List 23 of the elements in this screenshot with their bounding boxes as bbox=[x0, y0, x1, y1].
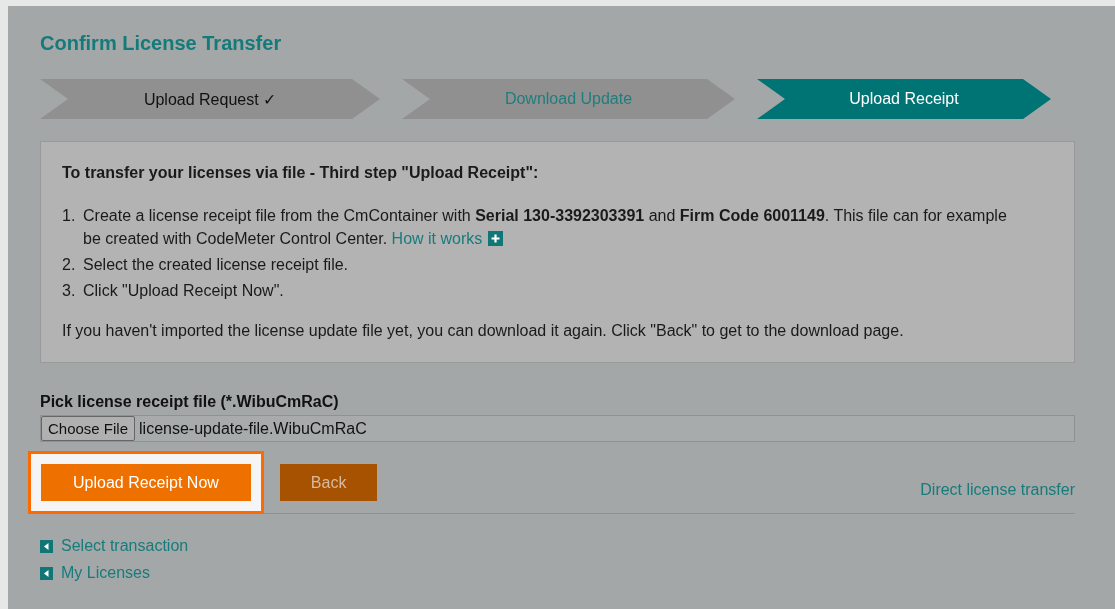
note-text: If you haven't imported the license update file yet, you can download it again. Click "Back" to get to the download page. bbox=[62, 322, 905, 340]
back-button[interactable]: Back bbox=[279, 464, 378, 501]
list-number: 3. bbox=[62, 281, 77, 301]
list-number: 2. bbox=[62, 255, 77, 275]
list-number: 1. bbox=[62, 206, 77, 226]
wizard-step[interactable]: Download Update bbox=[402, 79, 735, 119]
wizard-step: Upload Request ✓ bbox=[40, 79, 380, 119]
how-it-works-link[interactable]: How it works bbox=[391, 230, 483, 247]
choose-file-button[interactable]: Choose File bbox=[41, 416, 136, 441]
nav-link[interactable]: My Licenses bbox=[61, 564, 150, 582]
file-label: Pick license receipt file (*.WibuCmRaC) bbox=[40, 393, 340, 411]
instruction-text: Select the created license receipt file. bbox=[83, 255, 349, 275]
instructions-heading: To transfer your licenses via file - Third step "Upload Receipt": bbox=[62, 164, 540, 182]
nav-link[interactable]: Select transaction bbox=[61, 537, 189, 555]
file-input[interactable]: Choose File license-update-file.WibuCmRaC bbox=[40, 415, 1075, 442]
expand-icon[interactable] bbox=[488, 231, 504, 246]
instruction-text: Create a license receipt file from the CmContainer with Serial 130-3392303391 and Firm Code 6001149. This file can for example be created with CodeMeter Control Center. How it works bbox=[83, 206, 1008, 249]
wizard-step: Upload Receipt bbox=[757, 79, 1051, 119]
instruction-text: Click "Upload Receipt Now". bbox=[83, 281, 284, 301]
upload-button[interactable]: Upload Receipt Now bbox=[41, 464, 251, 501]
direct-transfer-link[interactable]: Direct license transfer bbox=[920, 480, 1075, 498]
file-name: license-update-file.WibuCmRaC bbox=[139, 419, 367, 438]
page-title: Confirm License Transfer bbox=[40, 32, 283, 55]
